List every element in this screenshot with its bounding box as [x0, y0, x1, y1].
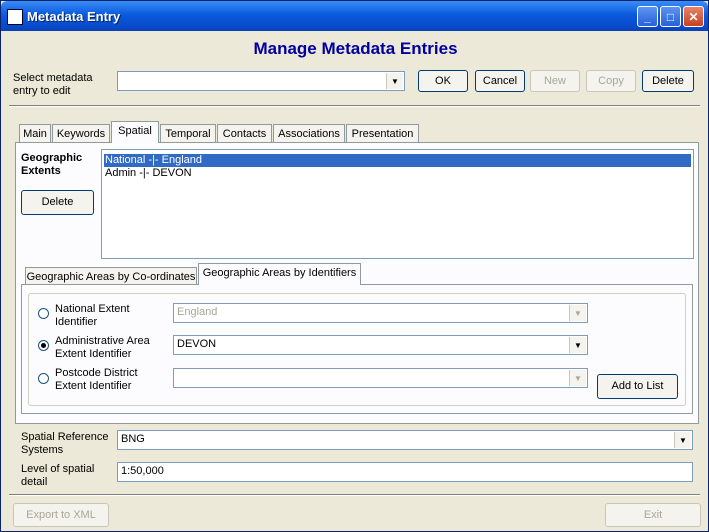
separator — [9, 494, 700, 496]
postcode-radio[interactable] — [38, 373, 49, 384]
select-entry-combo[interactable]: ▼ — [117, 71, 405, 91]
tab-presentation[interactable]: Presentation — [346, 124, 419, 143]
delete-extent-button[interactable]: Delete — [21, 190, 94, 215]
list-item[interactable]: National -|- England — [104, 154, 691, 167]
geographic-extents-label: Geographic Extents — [21, 152, 83, 177]
admin-radio[interactable] — [38, 340, 49, 351]
close-button[interactable]: ✕ — [683, 6, 704, 27]
srs-value: BNG — [121, 433, 145, 445]
tab-spatial[interactable]: Spatial — [111, 121, 159, 143]
national-combo[interactable]: England ▼ — [173, 303, 588, 323]
select-entry-label: Select metadata entry to edit — [13, 72, 93, 97]
tab-contacts[interactable]: Contacts — [217, 124, 272, 143]
level-value: 1:50,000 — [121, 465, 164, 477]
exit-button[interactable]: Exit — [605, 503, 701, 527]
admin-label: Administrative Area Extent Identifier — [55, 335, 150, 360]
list-item[interactable]: Admin -|- DEVON — [104, 167, 691, 180]
chevron-down-icon[interactable]: ▼ — [569, 370, 586, 386]
extents-list[interactable]: National -|- England Admin -|- DEVON — [101, 149, 694, 259]
srs-label: Spatial Reference Systems — [21, 431, 109, 456]
admin-value: DEVON — [177, 338, 217, 350]
national-value: England — [177, 306, 218, 318]
srs-combo[interactable]: BNG ▼ — [117, 430, 693, 450]
tab-keywords[interactable]: Keywords — [52, 124, 110, 143]
tab-areas-by-identifiers[interactable]: Geographic Areas by Identifiers — [198, 263, 361, 285]
minimize-button[interactable]: _ — [637, 6, 658, 27]
national-label: National Extent Identifier — [55, 303, 130, 328]
level-label: Level of spatial detail — [21, 463, 95, 488]
tab-associations[interactable]: Associations — [273, 124, 345, 143]
window-title: Metadata Entry — [27, 9, 121, 24]
tab-temporal[interactable]: Temporal — [160, 124, 216, 143]
cancel-button[interactable]: Cancel — [475, 70, 525, 92]
metadata-entry-window: Metadata Entry _ □ ✕ Manage Metadata Ent… — [0, 0, 709, 532]
chevron-down-icon[interactable]: ▼ — [386, 73, 403, 89]
new-button[interactable]: New — [530, 70, 580, 92]
national-radio[interactable] — [38, 308, 49, 319]
separator — [9, 105, 700, 107]
level-field[interactable]: 1:50,000 — [117, 462, 693, 482]
maximize-button[interactable]: □ — [660, 6, 681, 27]
page-heading: Manage Metadata Entries — [253, 39, 458, 58]
admin-combo[interactable]: DEVON ▼ — [173, 335, 588, 355]
ok-button[interactable]: OK — [418, 70, 468, 92]
postcode-combo[interactable]: ▼ — [173, 368, 588, 388]
copy-button[interactable]: Copy — [586, 70, 636, 92]
tab-main[interactable]: Main — [19, 124, 51, 143]
postcode-label: Postcode District Extent Identifier — [55, 367, 138, 392]
delete-entry-button[interactable]: Delete — [642, 70, 694, 92]
chevron-down-icon[interactable]: ▼ — [569, 337, 586, 353]
export-xml-button[interactable]: Export to XML — [13, 503, 109, 527]
app-icon — [7, 9, 23, 25]
chevron-down-icon[interactable]: ▼ — [569, 305, 586, 321]
add-to-list-button[interactable]: Add to List — [597, 374, 678, 399]
title-bar: Metadata Entry _ □ ✕ — [1, 1, 708, 31]
chevron-down-icon[interactable]: ▼ — [674, 432, 691, 448]
